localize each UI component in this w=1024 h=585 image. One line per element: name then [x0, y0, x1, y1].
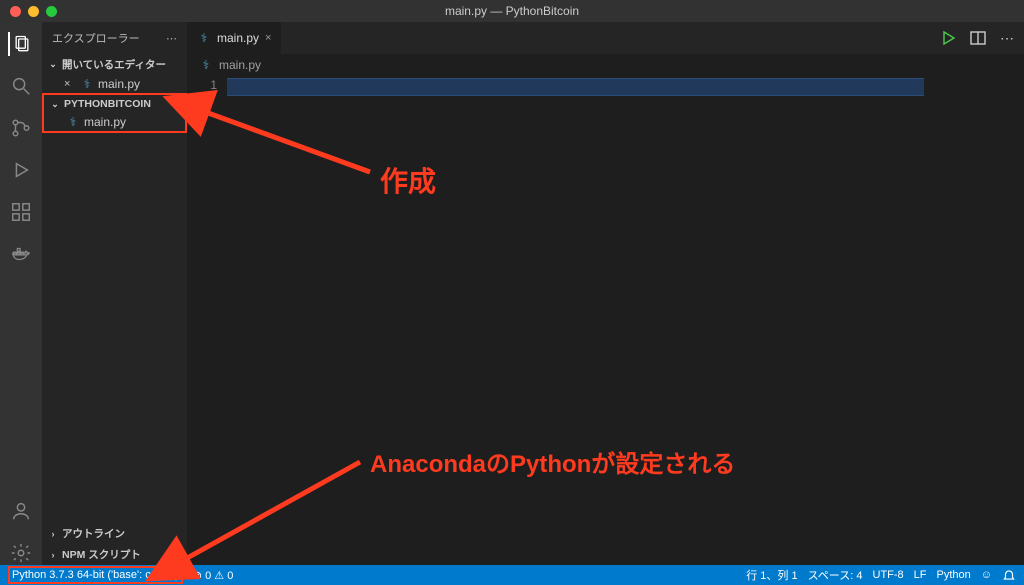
search-icon[interactable] — [9, 74, 33, 98]
settings-gear-icon[interactable] — [9, 541, 33, 565]
annotation-highlight-project: ⌄ PYTHONBITCOIN ⚕ main.py — [42, 93, 187, 133]
npm-scripts-section[interactable]: › NPM スクリプト — [42, 544, 187, 565]
outline-label: アウトライン — [62, 526, 125, 541]
outline-section[interactable]: › アウトライン — [42, 523, 187, 544]
explorer-icon[interactable] — [8, 32, 32, 56]
explorer-sidebar: エクスプローラー ⋯ ⌄ 開いているエディター × ⚕ main.py ⌄ PY… — [42, 22, 187, 565]
open-editors-section[interactable]: ⌄ 開いているエディター — [42, 54, 187, 75]
source-control-icon[interactable] — [9, 116, 33, 140]
editor-actions: ⋯ — [940, 30, 1016, 46]
chevron-right-icon: › — [48, 550, 58, 560]
current-line-highlight — [227, 78, 924, 96]
file-label: main.py — [98, 77, 140, 91]
notifications-icon[interactable] — [1002, 568, 1016, 582]
npm-scripts-label: NPM スクリプト — [62, 547, 141, 562]
split-editor-icon[interactable] — [970, 30, 986, 46]
editor-more-icon[interactable]: ⋯ — [1000, 30, 1016, 46]
run-icon[interactable] — [940, 30, 956, 46]
sidebar-bottom-sections: › アウトライン › NPM スクリプト — [42, 523, 187, 565]
sidebar-title: エクスプローラー — [52, 30, 140, 46]
feedback-icon[interactable]: ☺ — [981, 569, 992, 581]
python-interpreter-status[interactable]: Python 3.7.3 64-bit ('base': conda) — [12, 569, 179, 581]
maximize-window-button[interactable] — [46, 6, 57, 17]
project-folder-label: PYTHONBITCOIN — [64, 98, 151, 110]
debug-icon[interactable] — [9, 158, 33, 182]
activity-bar — [0, 22, 42, 565]
cursor-position-status[interactable]: 行 1、列 1 — [746, 567, 797, 583]
extensions-icon[interactable] — [9, 200, 33, 224]
editor-body[interactable]: 1 — [187, 76, 1024, 565]
chevron-down-icon: ⌄ — [50, 99, 60, 110]
close-window-button[interactable] — [10, 6, 21, 17]
sidebar-more-icon[interactable]: ⋯ — [166, 32, 177, 45]
encoding-status[interactable]: UTF-8 — [873, 569, 904, 581]
language-mode-status[interactable]: Python — [937, 569, 971, 581]
line-number: 1 — [187, 78, 217, 92]
tab-label: main.py — [217, 31, 259, 45]
indentation-status[interactable]: スペース: 4 — [808, 567, 863, 583]
tab-close-icon[interactable]: × — [265, 32, 271, 44]
file-label: main.py — [84, 115, 126, 129]
project-file-item[interactable]: ⚕ main.py — [44, 113, 185, 131]
editor-tabs: ⚕ main.py × ⋯ — [187, 22, 1024, 54]
tab-main-py[interactable]: ⚕ main.py × — [187, 22, 281, 54]
close-icon[interactable]: × — [64, 78, 76, 90]
python-file-icon: ⚕ — [197, 31, 211, 45]
python-file-icon: ⚕ — [199, 58, 213, 72]
status-bar: Python 3.7.3 64-bit ('base': conda) ⊘ 0 … — [0, 565, 1024, 585]
eol-status[interactable]: LF — [914, 569, 927, 581]
editor-column: ⚕ main.py × ⋯ ⚕ main.py 1 — [187, 22, 1024, 565]
account-icon[interactable] — [9, 499, 33, 523]
window-title: main.py — PythonBitcoin — [445, 4, 579, 18]
breadcrumb[interactable]: ⚕ main.py — [187, 54, 1024, 76]
chevron-down-icon: ⌄ — [48, 59, 58, 70]
sidebar-header: エクスプローラー ⋯ — [42, 22, 187, 54]
main-area: エクスプローラー ⋯ ⌄ 開いているエディター × ⚕ main.py ⌄ PY… — [0, 22, 1024, 565]
annotation-highlight-python-env: Python 3.7.3 64-bit ('base': conda) — [8, 566, 183, 584]
chevron-right-icon: › — [48, 529, 58, 539]
project-folder-section[interactable]: ⌄ PYTHONBITCOIN — [44, 95, 185, 113]
breadcrumb-file: main.py — [219, 58, 261, 72]
open-editors-label: 開いているエディター — [62, 57, 166, 72]
minimize-window-button[interactable] — [28, 6, 39, 17]
python-file-icon: ⚕ — [80, 77, 94, 91]
python-file-icon: ⚕ — [66, 115, 80, 129]
window-controls — [10, 6, 57, 17]
line-gutter: 1 — [187, 76, 227, 565]
problems-status[interactable]: ⊘ 0 ⚠ 0 — [193, 569, 233, 582]
open-editor-file[interactable]: × ⚕ main.py — [42, 75, 187, 93]
window-titlebar: main.py — PythonBitcoin — [0, 0, 1024, 22]
docker-icon[interactable] — [9, 242, 33, 266]
